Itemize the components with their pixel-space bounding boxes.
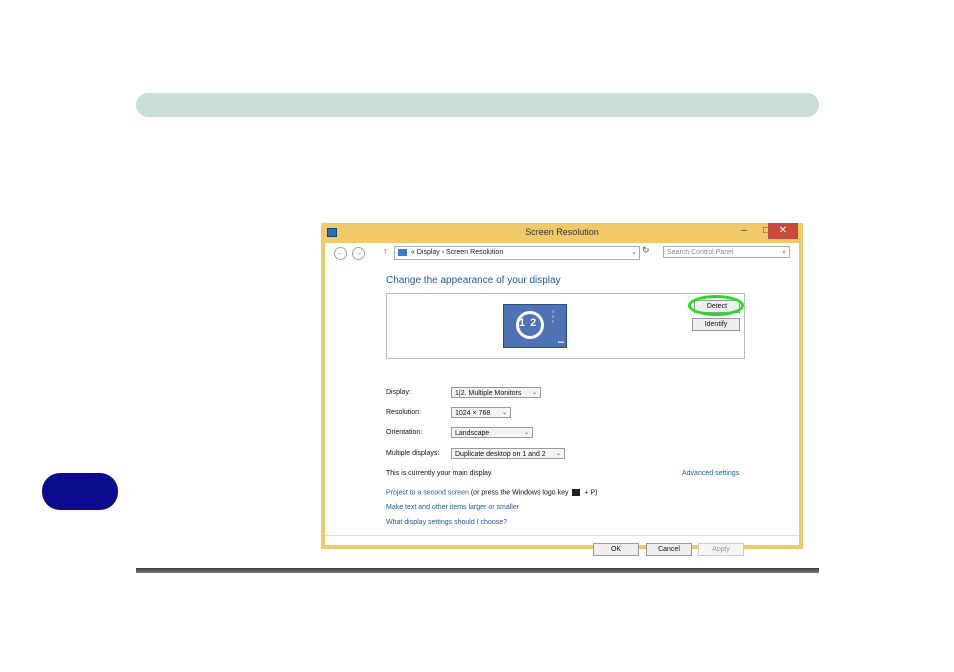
chevron-down-icon: ⌄ (501, 410, 507, 416)
resolution-value: 1024 × 768 (455, 410, 491, 417)
multiple-displays-label: Multiple displays: (386, 450, 440, 457)
display-preview-area: 1 2 ≡ ≡ ≡ ▪▪▪ Detect Identify (386, 293, 745, 359)
multiple-displays-select[interactable]: Duplicate desktop on 1 and 2 ⌄ (451, 448, 565, 459)
page-header-bar (136, 93, 819, 117)
back-arrow-icon[interactable]: ← (334, 247, 347, 260)
breadcrumb[interactable]: « Display › Screen Resolution (411, 247, 503, 259)
screen-resolution-window: Screen Resolution – □ ✕ ← → ↑ « Display … (321, 223, 803, 556)
chevron-down-icon: ⌄ (531, 390, 537, 396)
chapter-tab (42, 473, 118, 510)
title-bar: Screen Resolution – □ ✕ (321, 223, 803, 243)
minimize-icon[interactable]: – (733, 223, 755, 239)
display-help-link[interactable]: What display settings should I choose? (386, 519, 507, 526)
search-input[interactable]: Search Control Panel ⌕ (663, 246, 790, 258)
forward-arrow-icon[interactable]: → (352, 247, 365, 260)
orientation-value: Landscape (455, 430, 490, 437)
cancel-button[interactable]: Cancel (646, 543, 692, 556)
up-arrow-icon[interactable]: ↑ (383, 246, 388, 256)
display-select[interactable]: 1|2. Multiple Monitors ⌄ (451, 387, 541, 398)
project-hint-keys: + P) (584, 489, 598, 497)
windows-logo-icon (572, 489, 581, 496)
search-placeholder: Search Control Panel (667, 249, 734, 256)
monitor-thumbnail: ≡ ≡ ≡ (552, 309, 555, 324)
window-client: ← → ↑ « Display › Screen Resolution ⌄ ↻ … (325, 243, 799, 556)
address-bar: ← → ↑ « Display › Screen Resolution ⌄ ↻ … (325, 243, 799, 263)
page-footer-rule (136, 568, 819, 573)
identify-button[interactable]: Identify (692, 318, 740, 331)
project-second-screen-row: Project to a second screen (or press the… (386, 489, 597, 496)
chevron-down-icon: ⌄ (523, 430, 529, 436)
address-field[interactable]: « Display › Screen Resolution ⌄ (394, 246, 640, 260)
display-label: Display: (386, 389, 411, 396)
refresh-icon[interactable]: ↻ (642, 245, 650, 256)
close-icon[interactable]: ✕ (768, 223, 798, 239)
chevron-down-icon: ⌄ (555, 451, 561, 457)
ok-button[interactable]: OK (593, 543, 639, 556)
detect-highlight-ring (688, 295, 744, 316)
footer-divider (325, 535, 799, 536)
monitor-numbers: 1 2 (519, 317, 538, 329)
chevron-down-icon[interactable]: ⌄ (631, 247, 637, 259)
page-title: Change the appearance of your display (386, 275, 561, 286)
display-value: 1|2. Multiple Monitors (455, 390, 522, 397)
resolution-select[interactable]: 1024 × 768 ⌄ (451, 407, 511, 418)
search-icon[interactable]: ⌕ (782, 247, 786, 259)
window-title: Screen Resolution (525, 227, 599, 237)
monitor-icon[interactable]: 1 2 ≡ ≡ ≡ ▪▪▪ (503, 304, 567, 348)
control-panel-icon (398, 249, 407, 256)
text-size-link[interactable]: Make text and other items larger or smal… (386, 504, 519, 511)
orientation-select[interactable]: Landscape ⌄ (451, 427, 533, 438)
apply-button[interactable]: Apply (698, 543, 744, 556)
multiple-displays-value: Duplicate desktop on 1 and 2 (455, 451, 546, 458)
main-display-status: This is currently your main display. (386, 470, 493, 477)
orientation-label: Orientation: (386, 429, 423, 436)
resolution-label: Resolution: (386, 409, 422, 416)
advanced-settings-link[interactable]: Advanced settings (682, 470, 739, 477)
monitor-dots: ▪▪▪ (557, 340, 564, 346)
project-second-screen-link[interactable]: Project to a second screen (386, 489, 469, 496)
project-hint-text: (or press the Windows logo key (470, 489, 569, 497)
